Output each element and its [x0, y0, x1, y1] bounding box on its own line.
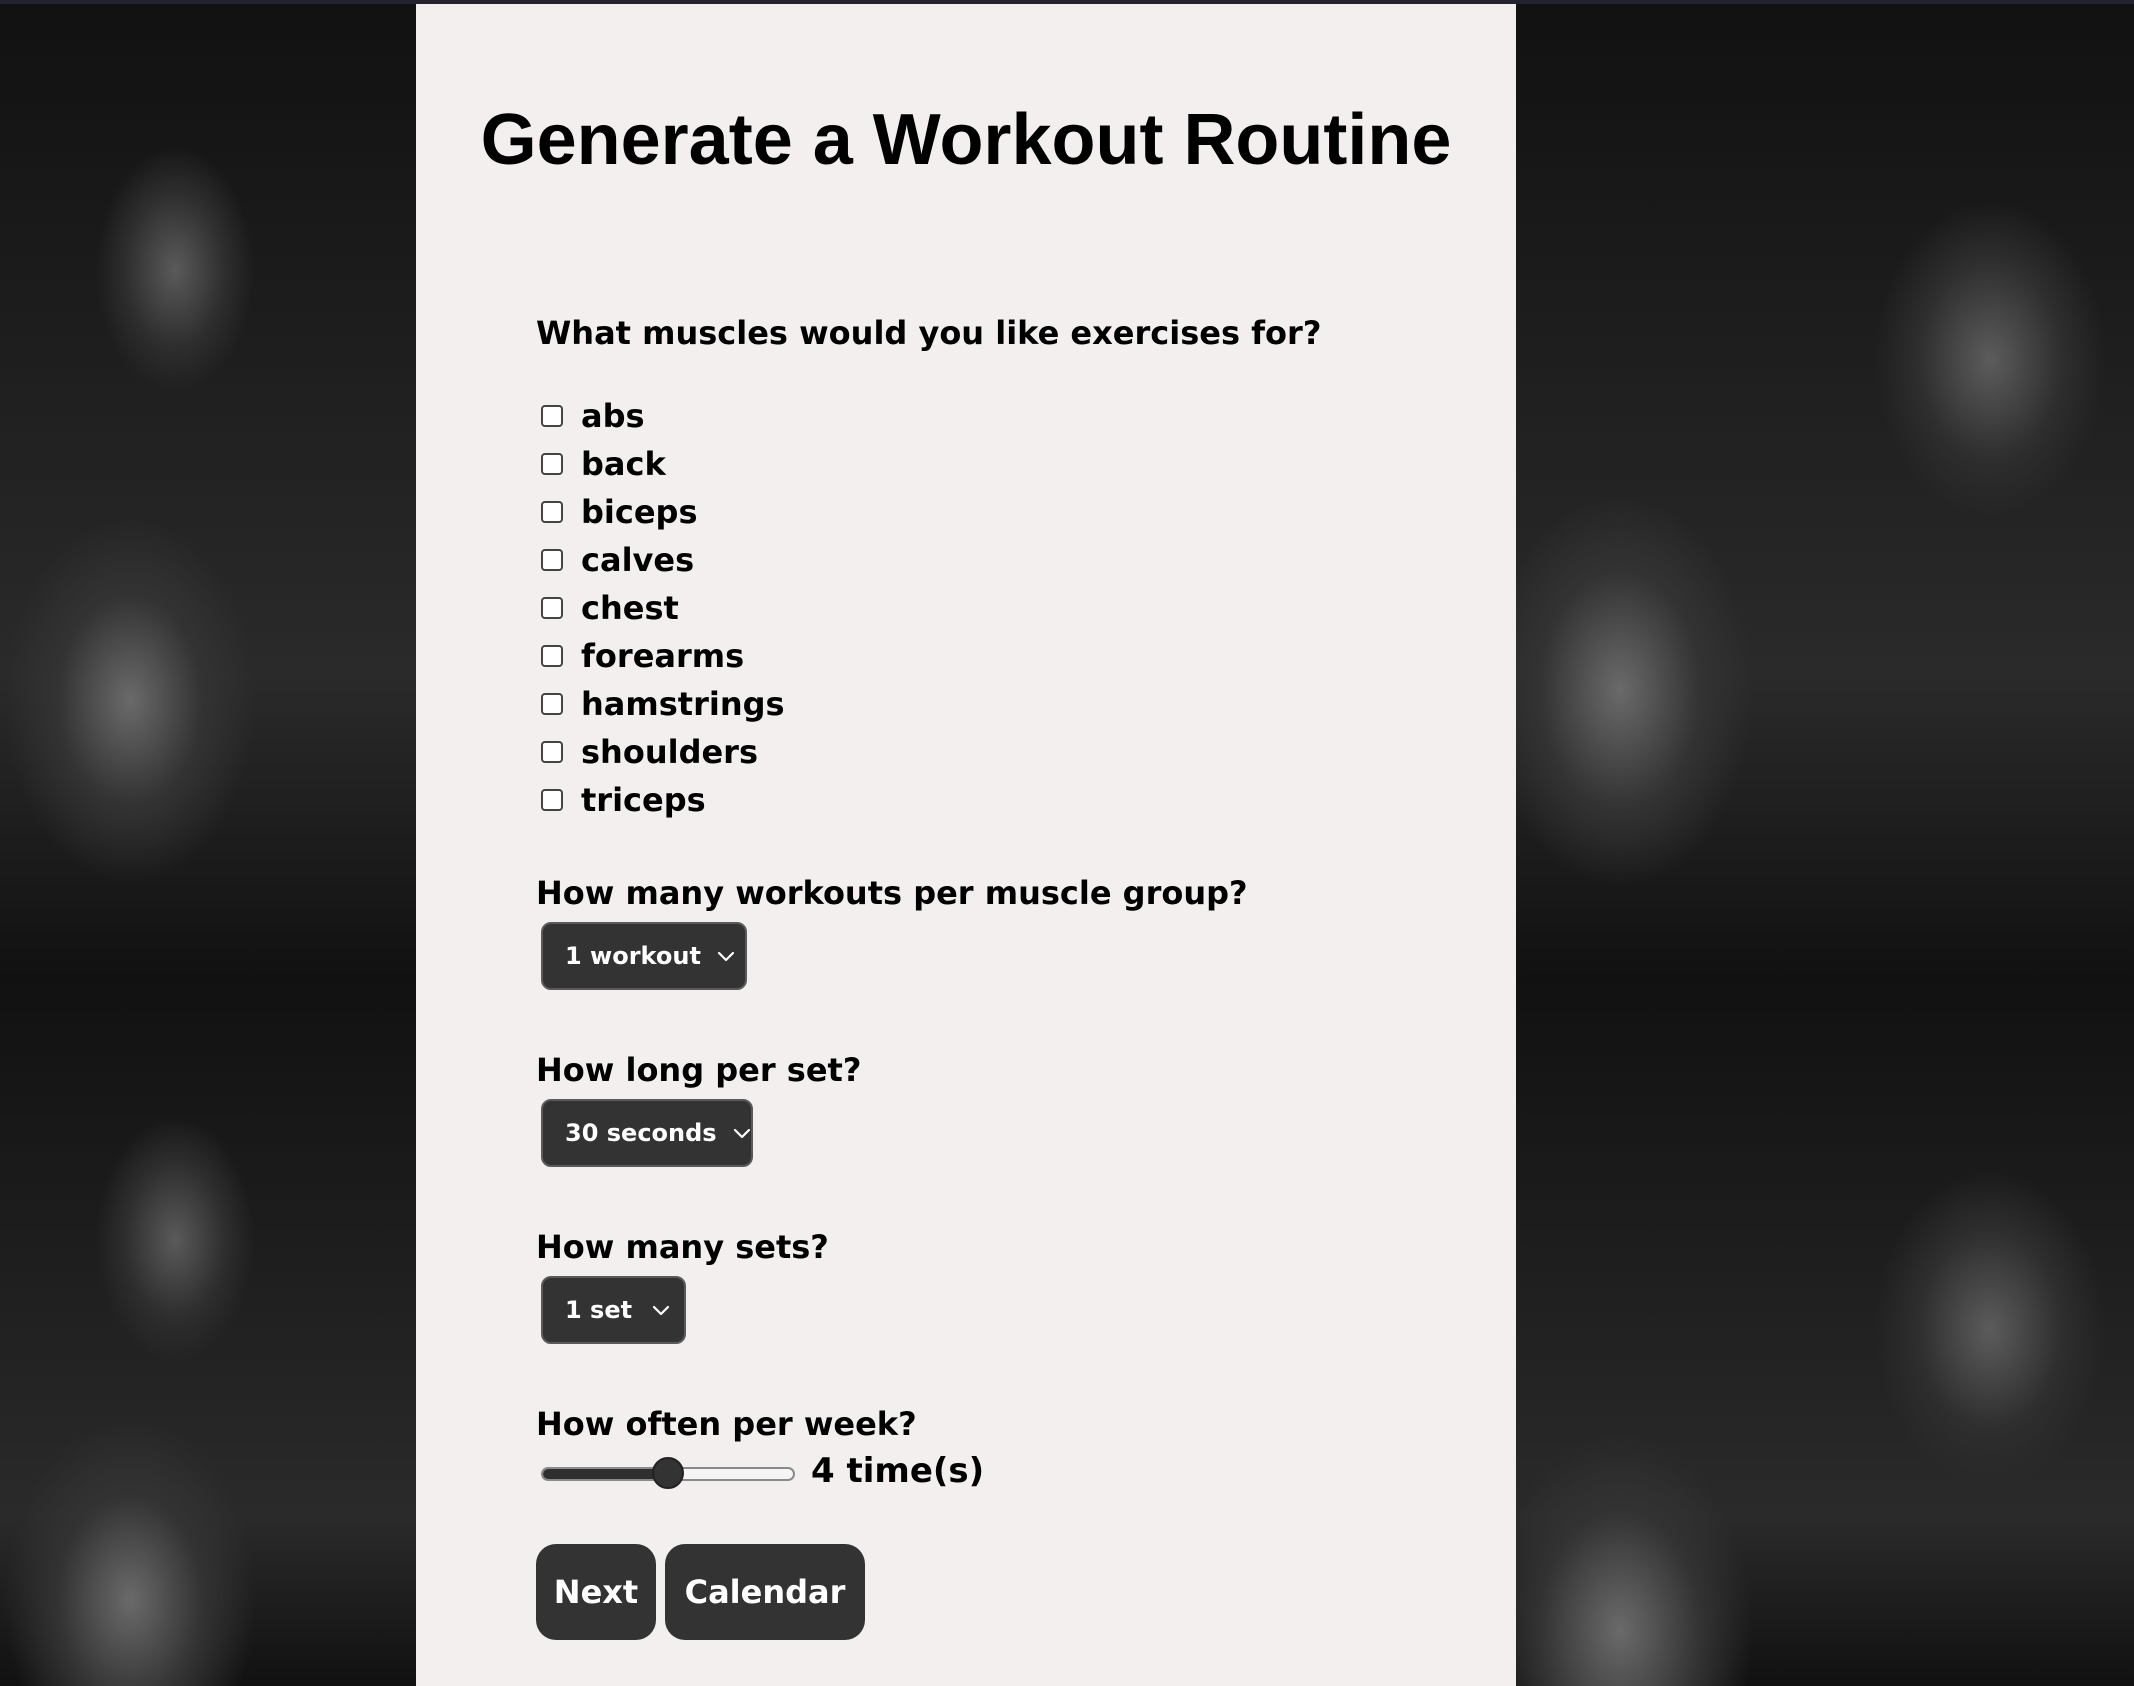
- slider-fill: [543, 1469, 670, 1479]
- checkbox[interactable]: [541, 789, 563, 811]
- chevron-down-icon: [733, 1128, 750, 1139]
- checkbox[interactable]: [541, 645, 563, 667]
- sets-select[interactable]: 1 set: [541, 1276, 686, 1344]
- checkbox[interactable]: [541, 405, 563, 427]
- checkbox[interactable]: [541, 693, 563, 715]
- slider-thumb[interactable]: [652, 1457, 684, 1489]
- checkbox[interactable]: [541, 501, 563, 523]
- checkbox-label[interactable]: hamstrings: [581, 685, 785, 723]
- muscle-option-back[interactable]: back: [541, 440, 785, 488]
- frequency-readout: 4 time(s): [811, 1451, 985, 1491]
- muscle-option-triceps[interactable]: triceps: [541, 776, 785, 824]
- checkbox[interactable]: [541, 549, 563, 571]
- frequency-slider[interactable]: [541, 1454, 795, 1494]
- checkbox-label[interactable]: forearms: [581, 637, 744, 675]
- select-value: 1 workout: [565, 942, 701, 970]
- set-length-question: How long per set?: [536, 1051, 862, 1089]
- checkbox-label[interactable]: abs: [581, 397, 645, 435]
- checkbox[interactable]: [541, 741, 563, 763]
- checkbox-label[interactable]: biceps: [581, 493, 698, 531]
- select-value: 30 seconds: [565, 1119, 717, 1147]
- muscle-option-abs[interactable]: abs: [541, 392, 785, 440]
- page-title: Generate a Workout Routine: [480, 100, 1452, 180]
- muscle-option-calves[interactable]: calves: [541, 536, 785, 584]
- workouts-per-group-question: How many workouts per muscle group?: [536, 874, 1248, 912]
- workout-form-panel: Generate a Workout Routine What muscles …: [416, 4, 1516, 1686]
- sets-question: How many sets?: [536, 1228, 829, 1266]
- muscles-question: What muscles would you like exercises fo…: [536, 314, 1322, 352]
- workouts-per-group-select[interactable]: 1 workout: [541, 922, 747, 990]
- checkbox-label[interactable]: shoulders: [581, 733, 758, 771]
- muscle-option-chest[interactable]: chest: [541, 584, 785, 632]
- muscle-option-hamstrings[interactable]: hamstrings: [541, 680, 785, 728]
- checkbox[interactable]: [541, 597, 563, 619]
- frequency-question: How often per week?: [536, 1405, 917, 1443]
- select-value: 1 set: [565, 1296, 633, 1324]
- muscle-option-forearms[interactable]: forearms: [541, 632, 785, 680]
- calendar-button[interactable]: Calendar: [665, 1544, 865, 1640]
- muscle-option-biceps[interactable]: biceps: [541, 488, 785, 536]
- muscle-checkbox-list: abs back biceps calves chest forearms ha…: [541, 392, 785, 824]
- set-length-select[interactable]: 30 seconds: [541, 1099, 753, 1167]
- next-button[interactable]: Next: [536, 1544, 656, 1640]
- chevron-down-icon: [717, 951, 735, 962]
- checkbox-label[interactable]: calves: [581, 541, 694, 579]
- checkbox-label[interactable]: triceps: [581, 781, 706, 819]
- checkbox[interactable]: [541, 453, 563, 475]
- checkbox-label[interactable]: chest: [581, 589, 679, 627]
- muscle-option-shoulders[interactable]: shoulders: [541, 728, 785, 776]
- chevron-down-icon: [652, 1305, 670, 1316]
- checkbox-label[interactable]: back: [581, 445, 666, 483]
